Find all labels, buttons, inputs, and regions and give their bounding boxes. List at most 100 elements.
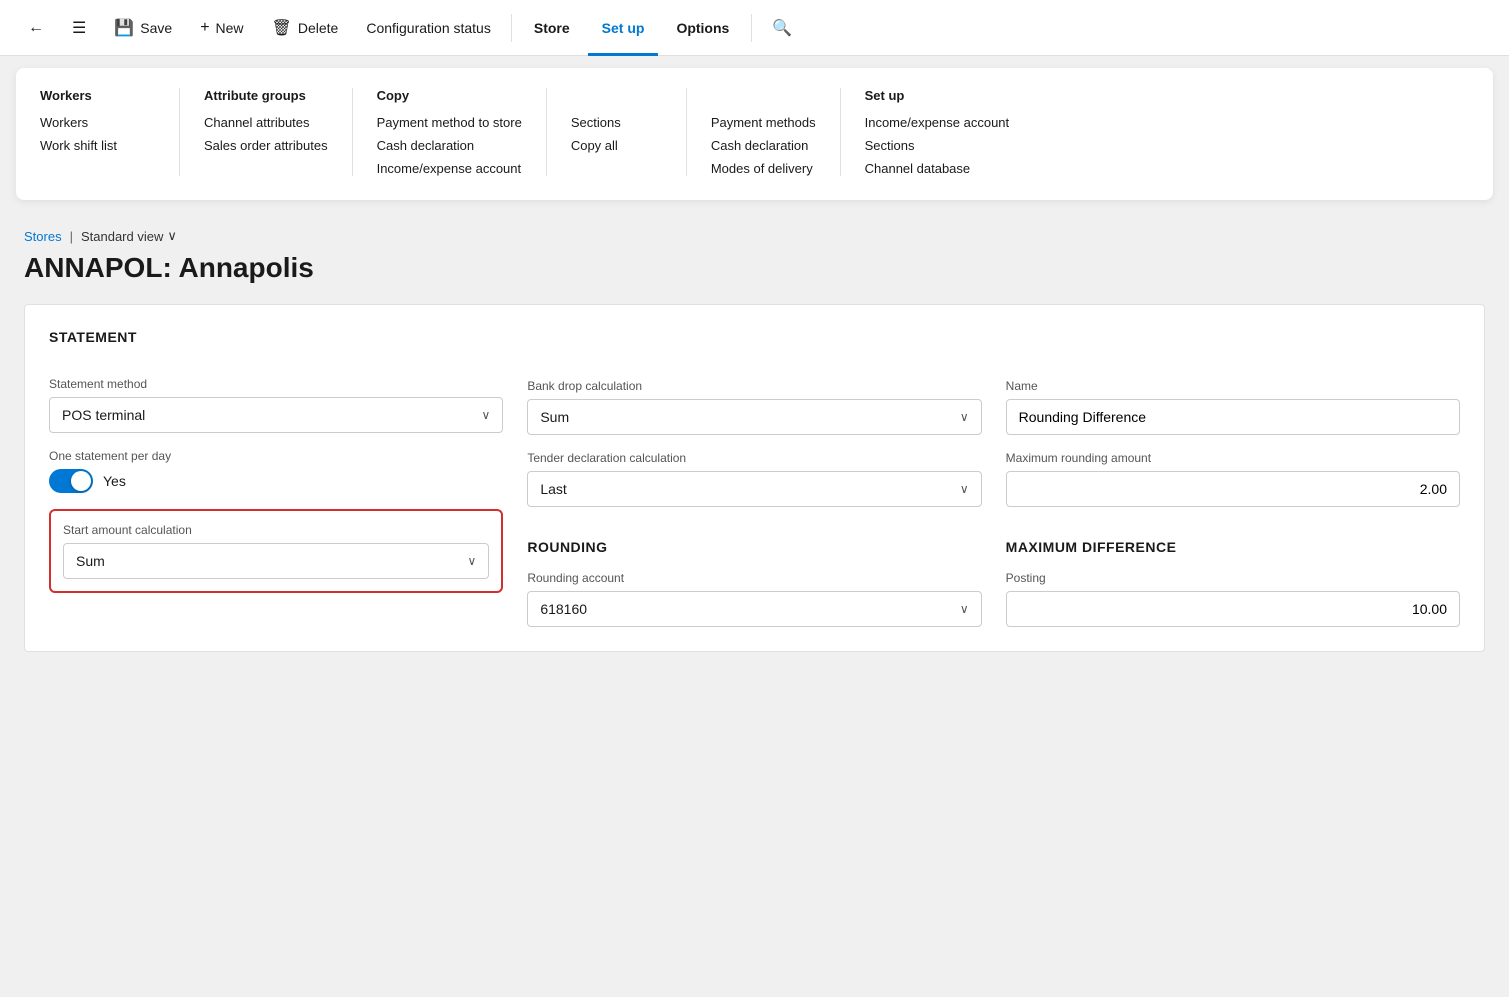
tender-decl-select[interactable]: Last ∨ — [527, 471, 981, 507]
new-plus-icon: + — [200, 19, 209, 37]
statement-method-chevron: ∨ — [482, 408, 491, 422]
middle-column: Bank drop calculation Sum ∨ Tender decla… — [527, 329, 981, 627]
menu-item-modes-delivery[interactable]: Modes of delivery — [711, 161, 816, 176]
delete-icon: 🗑 — [272, 18, 292, 38]
name-label: Name — [1006, 379, 1460, 393]
menu-panel: Workers Workers Work shift list Attribut… — [16, 68, 1493, 200]
menu-item-cash-declaration-copy[interactable]: Cash declaration — [377, 138, 522, 153]
statement-method-select[interactable]: POS terminal ∨ — [49, 397, 503, 433]
toggle-label: Yes — [103, 473, 126, 489]
delete-button[interactable]: 🗑 Delete — [260, 12, 351, 44]
max-diff-section-title: MAXIMUM DIFFERENCE — [1006, 539, 1460, 555]
form-grid: STATEMENT Statement method POS terminal … — [49, 329, 1460, 627]
statement-method-label: Statement method — [49, 377, 503, 391]
tab-store[interactable]: Store — [520, 14, 584, 42]
menu-groups: Workers Workers Work shift list Attribut… — [40, 88, 1469, 176]
menu-group-attributes: Attribute groups Channel attributes Sale… — [180, 88, 353, 176]
menu-group-setup-right: Set up Income/expense account Sections C… — [841, 88, 1034, 176]
menu-item-channel-attributes[interactable]: Channel attributes — [204, 115, 328, 130]
posting-field: Posting — [1006, 571, 1460, 627]
rounding-account-select[interactable]: 618160 ∨ — [527, 591, 981, 627]
right-column: Name Maximum rounding amount MAXIMUM DIF… — [1006, 329, 1460, 627]
menu-group-items-workers: Workers Work shift list — [40, 115, 155, 153]
start-amount-field: Start amount calculation Sum ∨ — [63, 523, 489, 579]
menu-item-income-expense-account[interactable]: Income/expense account — [865, 115, 1010, 130]
breadcrumb-separator: | — [70, 229, 73, 244]
menu-item-sections[interactable]: Sections — [865, 138, 1010, 153]
toolbar: ← ☰ 💾 Save + New 🗑 Delete Configuration … — [0, 0, 1509, 56]
config-status-button[interactable]: Configuration status — [354, 14, 503, 42]
rounding-section-title: ROUNDING — [527, 539, 981, 555]
bank-drop-select[interactable]: Sum ∨ — [527, 399, 981, 435]
one-statement-label: One statement per day — [49, 449, 503, 463]
tender-decl-label: Tender declaration calculation — [527, 451, 981, 465]
menu-item-sales-order-attributes[interactable]: Sales order attributes — [204, 138, 328, 153]
bank-drop-field: Bank drop calculation Sum ∨ — [527, 379, 981, 435]
menu-button[interactable]: ☰ — [60, 12, 98, 44]
search-icon: 🔍 — [772, 18, 792, 38]
menu-item-payment-methods[interactable]: Payment methods — [711, 115, 816, 130]
breadcrumb: Stores | Standard view ∨ — [24, 228, 1485, 244]
menu-group-title-workers: Workers — [40, 88, 155, 103]
max-diff-group: MAXIMUM DIFFERENCE Posting — [1006, 539, 1460, 627]
posting-label: Posting — [1006, 571, 1460, 585]
search-button[interactable]: 🔍 — [760, 12, 804, 44]
rounding-account-field: Rounding account 618160 ∨ — [527, 571, 981, 627]
spacer-section-title — [527, 329, 981, 363]
spacer-right — [1006, 329, 1460, 363]
tab-options[interactable]: Options — [662, 14, 743, 42]
menu-item-sections-copy[interactable]: Sections — [571, 115, 662, 130]
toggle-knob — [71, 471, 91, 491]
rounding-group: ROUNDING Rounding account 618160 ∨ — [527, 539, 981, 627]
menu-item-channel-database[interactable]: Channel database — [865, 161, 1010, 176]
back-icon: ← — [28, 19, 44, 37]
statement-column: STATEMENT Statement method POS terminal … — [49, 329, 503, 627]
tab-setup[interactable]: Set up — [588, 14, 659, 42]
new-button[interactable]: + New — [188, 13, 255, 43]
menu-group-title-copy: Copy — [377, 88, 522, 103]
statement-section-title: STATEMENT — [49, 329, 503, 345]
bank-drop-label: Bank drop calculation — [527, 379, 981, 393]
menu-group-items-attributes: Channel attributes Sales order attribute… — [204, 115, 328, 153]
rounding-account-label: Rounding account — [527, 571, 981, 585]
breadcrumb-view-selector[interactable]: Standard view ∨ — [81, 228, 177, 244]
menu-group-setup-left: _ Payment methods Cash declaration Modes… — [687, 88, 841, 176]
start-amount-select[interactable]: Sum ∨ — [63, 543, 489, 579]
max-rounding-label: Maximum rounding amount — [1006, 451, 1460, 465]
content-card: STATEMENT Statement method POS terminal … — [24, 304, 1485, 652]
menu-group-title-attributes: Attribute groups — [204, 88, 328, 103]
menu-group-title-setup: Set up — [865, 88, 1010, 103]
page-header: Stores | Standard view ∨ ANNAPOL: Annapo… — [0, 212, 1509, 304]
start-amount-label: Start amount calculation — [63, 523, 489, 537]
max-rounding-field: Maximum rounding amount — [1006, 451, 1460, 507]
tender-decl-chevron: ∨ — [960, 482, 969, 496]
menu-item-income-expense-copy[interactable]: Income/expense account — [377, 161, 522, 176]
menu-item-work-shift[interactable]: Work shift list — [40, 138, 155, 153]
menu-item-payment-method[interactable]: Payment method to store — [377, 115, 522, 130]
menu-group-copy: Copy Payment method to store Cash declar… — [353, 88, 547, 176]
save-button[interactable]: 💾 Save — [102, 12, 184, 44]
menu-item-workers[interactable]: Workers — [40, 115, 155, 130]
toolbar-divider-2 — [751, 14, 752, 42]
name-field: Name — [1006, 379, 1460, 435]
toggle-row: Yes — [49, 469, 503, 493]
breadcrumb-stores-link[interactable]: Stores — [24, 229, 62, 244]
posting-input[interactable] — [1006, 591, 1460, 627]
start-amount-chevron: ∨ — [468, 554, 477, 568]
menu-group-items-setup-left: Payment methods Cash declaration Modes o… — [711, 115, 816, 176]
tender-decl-field: Tender declaration calculation Last ∨ — [527, 451, 981, 507]
save-icon: 💾 — [114, 18, 134, 38]
start-amount-highlighted: Start amount calculation Sum ∨ — [49, 509, 503, 593]
one-statement-toggle[interactable] — [49, 469, 93, 493]
one-statement-field: One statement per day Yes — [49, 449, 503, 493]
name-input[interactable] — [1006, 399, 1460, 435]
menu-group-items-copy: Payment method to store Cash declaration… — [377, 115, 522, 176]
back-button[interactable]: ← — [16, 13, 56, 43]
bank-drop-chevron: ∨ — [960, 410, 969, 424]
menu-item-copy-all[interactable]: Copy all — [571, 138, 662, 153]
menu-item-cash-declaration[interactable]: Cash declaration — [711, 138, 816, 153]
statement-method-field: Statement method POS terminal ∨ — [49, 377, 503, 433]
max-rounding-input[interactable] — [1006, 471, 1460, 507]
rounding-account-chevron: ∨ — [960, 602, 969, 616]
menu-group-sections-copy: _ Sections Copy all — [547, 88, 687, 176]
